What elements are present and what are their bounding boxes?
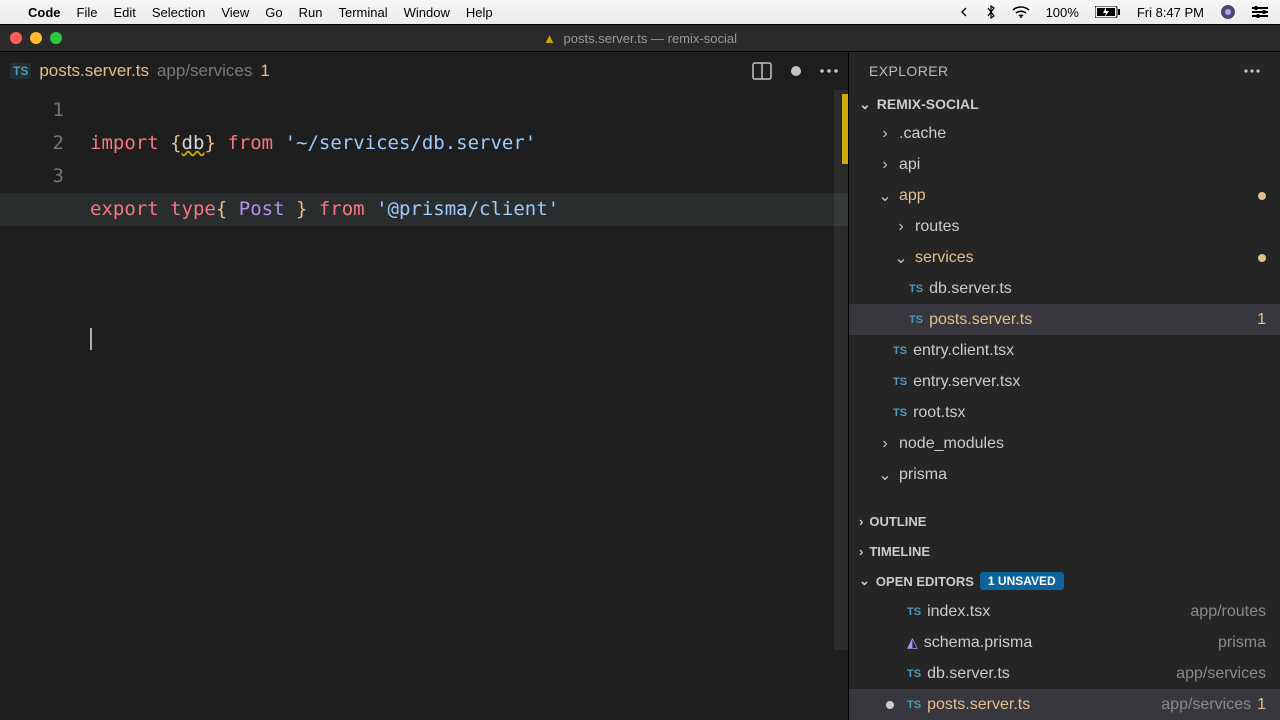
tree-folder-api[interactable]: ›api [849,149,1280,180]
tab-filename: posts.server.ts [39,61,149,81]
open-editors-list: TSindex.tsxapp/routes ◭schema.prismapris… [849,596,1280,720]
explorer-title: EXPLORER [869,63,948,79]
macos-menubar: Code File Edit Selection View Go Run Ter… [0,0,1280,24]
tree-folder-cache[interactable]: ›.cache [849,118,1280,149]
wifi-icon[interactable] [1012,6,1030,18]
tree-file-entryserver[interactable]: TSentry.server.tsx [849,366,1280,397]
chevron-right-icon: › [859,544,863,559]
file-tree: ›.cache ›api ⌄app ›routes ⌄services TSdb… [849,118,1280,506]
tree-file-posts[interactable]: TSposts.server.ts1 [849,304,1280,335]
timeline-section[interactable]: › TIMELINE [849,536,1280,566]
chevron-right-icon: › [859,514,863,529]
chevron-right-icon: › [877,156,893,174]
typescript-icon: TS [893,376,907,388]
explorer-more-icon[interactable] [1244,69,1260,73]
modified-dot-icon [1258,254,1266,262]
chevron-down-icon: ⌄ [859,96,871,113]
line-gutter: 1 2 3 4 [0,90,90,720]
bluetooth-icon[interactable] [986,5,996,19]
open-editor-item[interactable]: TSdb.server.tsapp/services [849,658,1280,689]
tree-file-db[interactable]: TSdb.server.ts [849,273,1280,304]
warning-icon: ▲ [543,31,556,46]
tab-path: app/services [157,61,252,81]
title-project: remix-social [668,31,737,46]
tree-folder-services[interactable]: ⌄services [849,242,1280,273]
tree-folder-app[interactable]: ⌄app [849,180,1280,211]
editor-body[interactable]: 1 2 3 4 import {db} from '~/services/db.… [0,90,848,720]
menu-app[interactable]: Code [28,5,61,20]
line-number: 3 [0,160,64,193]
tree-folder-nodemodules[interactable]: ›node_modules [849,428,1280,459]
typescript-icon: TS [909,314,923,326]
typescript-icon: TS [909,283,923,295]
menu-help[interactable]: Help [466,5,493,20]
typescript-icon: TS [907,699,921,711]
menu-view[interactable]: View [221,5,249,20]
outline-section[interactable]: › OUTLINE [849,506,1280,536]
siri-icon[interactable] [1220,4,1236,20]
open-editor-item-active[interactable]: TSposts.server.tsapp/services1 [849,689,1280,720]
project-section-header[interactable]: ⌄ REMIX-SOCIAL [849,90,1280,118]
menu-edit[interactable]: Edit [113,5,135,20]
menu-file[interactable]: File [77,5,98,20]
typescript-icon: TS [893,345,907,357]
tab-problems-badge: 1 [260,61,269,81]
chevron-down-icon: ⌄ [893,248,909,268]
modified-dot-icon [1258,192,1266,200]
menu-run[interactable]: Run [299,5,323,20]
open-editors-section[interactable]: ⌄ OPEN EDITORS 1 UNSAVED [849,566,1280,596]
explorer-panel: EXPLORER ⌄ REMIX-SOCIAL ›.cache ›api ⌄ap… [848,52,1280,720]
window-titlebar: ▲ posts.server.ts — remix-social [0,24,1280,52]
typescript-icon: TS [10,63,31,79]
chevron-down-icon: ⌄ [877,186,893,206]
editor-panel: TS posts.server.ts app/services 1 [0,52,848,720]
unsaved-dot-icon[interactable] [790,65,802,77]
unsaved-dot-icon [886,701,894,709]
tree-file-entryclient[interactable]: TSentry.client.tsx [849,335,1280,366]
file-problems-badge: 1 [1257,696,1266,714]
editor-tabbar: TS posts.server.ts app/services 1 [0,52,848,90]
chevron-right-icon: › [877,125,893,143]
chevron-right-icon: › [877,435,893,453]
title-filename: posts.server.ts [564,31,648,46]
unsaved-badge: 1 UNSAVED [980,572,1064,590]
battery-icon[interactable] [1095,6,1121,18]
editor-tab-active[interactable]: TS posts.server.ts app/services 1 [10,61,270,81]
battery-percent: 100% [1046,5,1079,20]
chevron-down-icon: ⌄ [877,465,893,485]
project-name: REMIX-SOCIAL [877,96,979,112]
menu-window[interactable]: Window [404,5,450,20]
tree-file-root[interactable]: TSroot.tsx [849,397,1280,428]
menu-go[interactable]: Go [265,5,282,20]
typescript-icon: TS [893,407,907,419]
typescript-icon: TS [907,606,921,618]
text-cursor [90,328,92,350]
clock[interactable]: Fri 8:47 PM [1137,5,1204,20]
file-problems-badge: 1 [1257,311,1266,329]
prisma-icon: ◭ [907,634,918,651]
tree-folder-prisma[interactable]: ⌄prisma [849,459,1280,490]
menu-selection[interactable]: Selection [152,5,205,20]
line-number: 1 [0,94,64,127]
window-title: ▲ posts.server.ts — remix-social [0,31,1280,46]
more-actions-icon[interactable] [820,69,838,73]
chevron-left-icon[interactable] [960,7,970,17]
line-number: 2 [0,127,64,160]
menu-terminal[interactable]: Terminal [339,5,388,20]
open-editor-item[interactable]: TSindex.tsxapp/routes [849,596,1280,627]
chevron-down-icon: ⌄ [859,573,870,589]
chevron-right-icon: › [893,218,909,236]
typescript-icon: TS [907,668,921,680]
tree-folder-routes[interactable]: ›routes [849,211,1280,242]
control-center-icon[interactable] [1252,6,1268,18]
code-area[interactable]: import {db} from '~/services/db.server' … [90,90,848,720]
split-editor-icon[interactable] [752,62,772,80]
open-editor-item[interactable]: ◭schema.prismaprisma [849,627,1280,658]
